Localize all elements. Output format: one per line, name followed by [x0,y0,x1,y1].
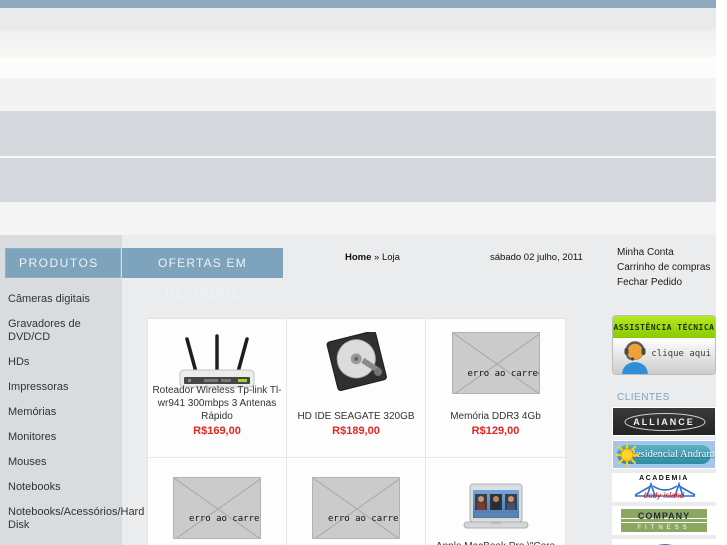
macbook-photo [456,478,536,538]
partial-logo-shape [658,544,672,545]
carrinho-link[interactable]: Carrinho de compras [617,262,710,273]
alliance-logo-text: ALLIANCE [633,417,695,427]
product-card-macbook[interactable]: Apple MacBook Pro \"Core Duo\" [426,458,565,545]
broken-image-placeholder: erro ao carregar [451,332,540,394]
products-sidebar: PRODUTOS Câmeras digitais Gravadores de … [0,235,144,545]
product-price: R$189,00 [332,425,380,437]
company-logo-subtext: FITNESS [637,525,691,531]
sidebar-item-impressoras[interactable]: Impressoras [0,375,122,400]
current-date: sábado 02 julho, 2011 [490,252,583,263]
sidebar-item-cameras-digitais[interactable]: Câmeras digitais [0,287,122,312]
account-links: Minha Conta Carrinho de compras Fechar P… [617,247,710,292]
product-card[interactable]: erro ao carregar [287,458,426,545]
header-band [0,30,716,57]
sidebar-item-monitores[interactable]: Monitores [0,425,122,450]
sidebar-item-memorias[interactable]: Memórias [0,400,122,425]
sidebar-title: PRODUTOS [5,248,121,278]
section-title: OFERTAS EM DESTAQUE [122,248,283,300]
assistencia-tecnica-banner[interactable]: ASSISTÊNCIA TÉCNICA clique aqui [612,315,716,375]
content-area: PRODUTOS Câmeras digitais Gravadores de … [0,235,716,545]
product-grid: Roteador Wireless Tp-link Tl-wr941 300mb… [147,318,566,545]
client-logos: ALLIANCE Residencial Andramar ACADEMIA b… [612,407,716,545]
client-logo-academia-body-island[interactable]: ACADEMIA body island [612,473,716,502]
product-card[interactable]: erro ao carregar [148,458,287,545]
product-price: R$169,00 [193,425,241,437]
sidebar-item-placas-captura-tv[interactable]: Placas de Captura TV [0,538,122,545]
product-title[interactable]: Memória DDR3 4Gb [431,395,561,423]
breadcrumb-current: Loja [381,252,400,263]
broken-image-placeholder: erro ao carregar [173,477,261,539]
clients-heading: CLIENTES [617,392,670,403]
sun-icon [615,443,639,467]
sidebar-item-hds[interactable]: HDs [0,350,122,375]
header-band [0,8,716,30]
header-spacer [0,202,716,235]
fechar-pedido-link[interactable]: Fechar Pedido [617,277,710,288]
account-sidebar: Minha Conta Carrinho de compras Fechar P… [612,235,716,545]
breadcrumb-home-link[interactable]: Home [345,252,371,263]
client-logo-alliance[interactable]: ALLIANCE [612,407,716,436]
sidebar-item-notebooks-acessorios[interactable]: Notebooks/Acessórios/Hard Disk [0,500,144,538]
hard-drive-photo [316,331,396,395]
top-accent-bar [0,0,716,8]
product-card-roteador[interactable]: Roteador Wireless Tp-link Tl-wr941 300mb… [148,319,287,458]
client-logo-company-fitness[interactable]: COMPANY FITNESS [612,506,716,535]
product-title[interactable]: HD IDE SEAGATE 320GB [291,395,421,423]
product-card-hd-seagate[interactable]: HD IDE SEAGATE 320GB R$189,00 [287,319,426,458]
banner-placeholder-bottom [0,158,716,202]
product-title[interactable]: Apple MacBook Pro \"Core Duo\" [431,540,561,545]
body-island-logo-text: body island [643,491,685,500]
clique-aqui-label: clique aqui [651,349,711,359]
assistencia-title: ASSISTÊNCIA TÉCNICA [613,322,715,332]
header-band [0,78,716,111]
product-title[interactable]: Roteador Wireless Tp-link Tl-wr941 300mb… [152,385,282,423]
sidebar-item-notebooks[interactable]: Notebooks [0,475,122,500]
minha-conta-link[interactable]: Minha Conta [617,247,710,258]
client-logo-partial[interactable] [612,539,716,545]
banner-placeholder-top [0,111,716,156]
category-list: Câmeras digitais Gravadores de DVD/CD HD… [0,287,144,545]
breadcrumb-separator: » [374,252,380,263]
headset-support-icon [622,341,648,374]
client-logo-residencial-andramar[interactable]: Residencial Andramar [612,440,716,469]
broken-image-alt-text: erro ao carregar [467,369,539,379]
product-price: R$129,00 [471,425,520,437]
sidebar-item-gravadores-dvd-cd[interactable]: Gravadores de DVD/CD [0,312,122,350]
broken-image-alt-text: erro ao carregar [189,514,260,524]
sidebar-item-mouses[interactable]: Mouses [0,450,122,475]
breadcrumb: Home » Loja [345,252,400,263]
main-offers-section: OFERTAS EM DESTAQUE Home » Loja sábado 0… [122,235,612,545]
company-logo-text: COMPANY [637,511,691,521]
broken-image-alt-text: erro ao carregar [328,514,399,524]
storefront-page: PRODUTOS Câmeras digitais Gravadores de … [0,0,727,545]
broken-image-placeholder: erro ao carregar [312,477,400,539]
product-card-memoria[interactable]: erro ao carregar Memória DDR3 4Gb R$129,… [426,319,565,458]
header-band [0,57,716,78]
